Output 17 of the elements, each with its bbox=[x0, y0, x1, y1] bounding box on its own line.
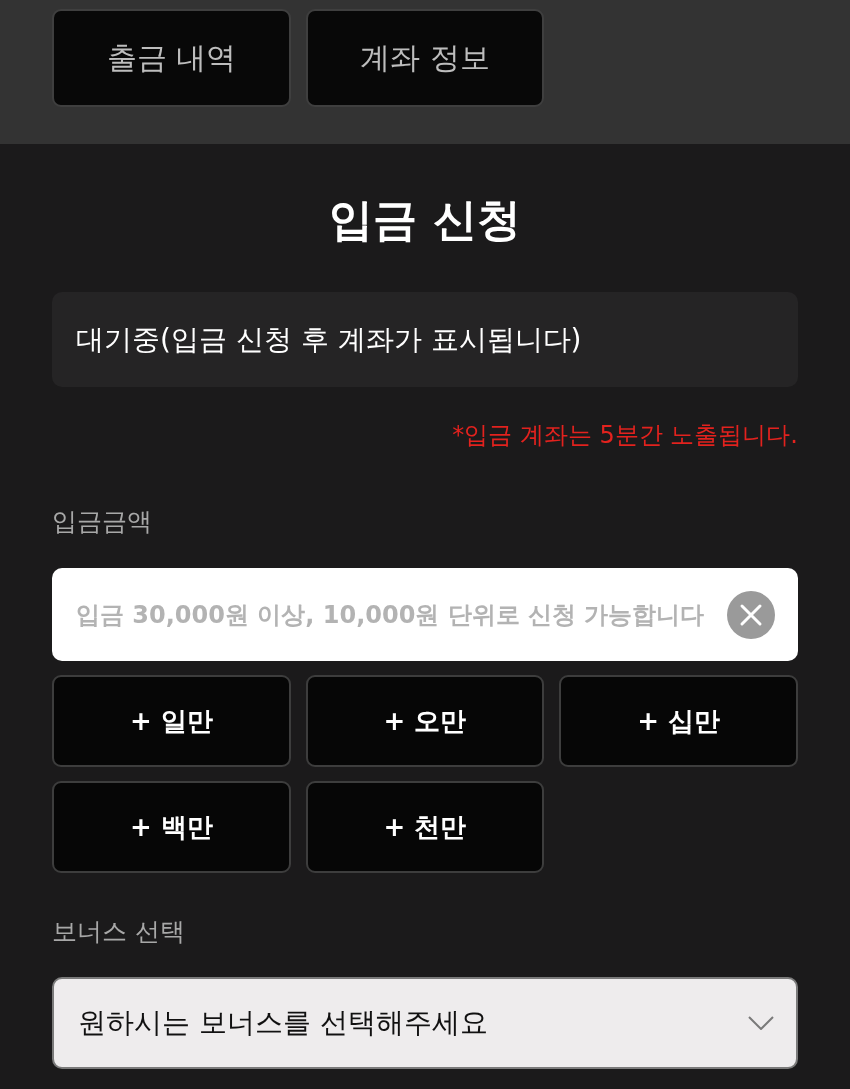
nav-button[interactable]: 계좌 정보 bbox=[305, 9, 545, 107]
chevron-down-icon bbox=[748, 1016, 774, 1030]
amount-button[interactable]: + 천만 bbox=[305, 781, 545, 873]
account-status: 대기중(입금 신청 후 계좌가 표시됩니다) bbox=[52, 292, 798, 387]
clear-icon bbox=[727, 590, 775, 639]
amount-button[interactable]: + 십만 bbox=[559, 675, 798, 767]
field-label: 보너스 선택 bbox=[52, 916, 185, 948]
clear-button[interactable] bbox=[727, 590, 775, 639]
nav-button[interactable]: 출금 내역 bbox=[52, 9, 291, 107]
amount-input[interactable]: 입금 30,000원 이상, 10,000원 단위로 신청 가능합니다 bbox=[52, 568, 798, 661]
amount-button[interactable]: + 오만 bbox=[305, 675, 545, 767]
amount-button[interactable]: + 백만 bbox=[52, 781, 291, 873]
field-label: 입금금액 bbox=[52, 506, 152, 538]
page-title: 입금 신청 bbox=[328, 193, 522, 247]
bonus-select[interactable]: 원하시는 보너스를 선택해주세요 bbox=[52, 977, 798, 1069]
amount-button[interactable]: + 일만 bbox=[52, 675, 291, 767]
notice-text: *입금 계좌는 5분간 노출됩니다. bbox=[452, 420, 798, 451]
